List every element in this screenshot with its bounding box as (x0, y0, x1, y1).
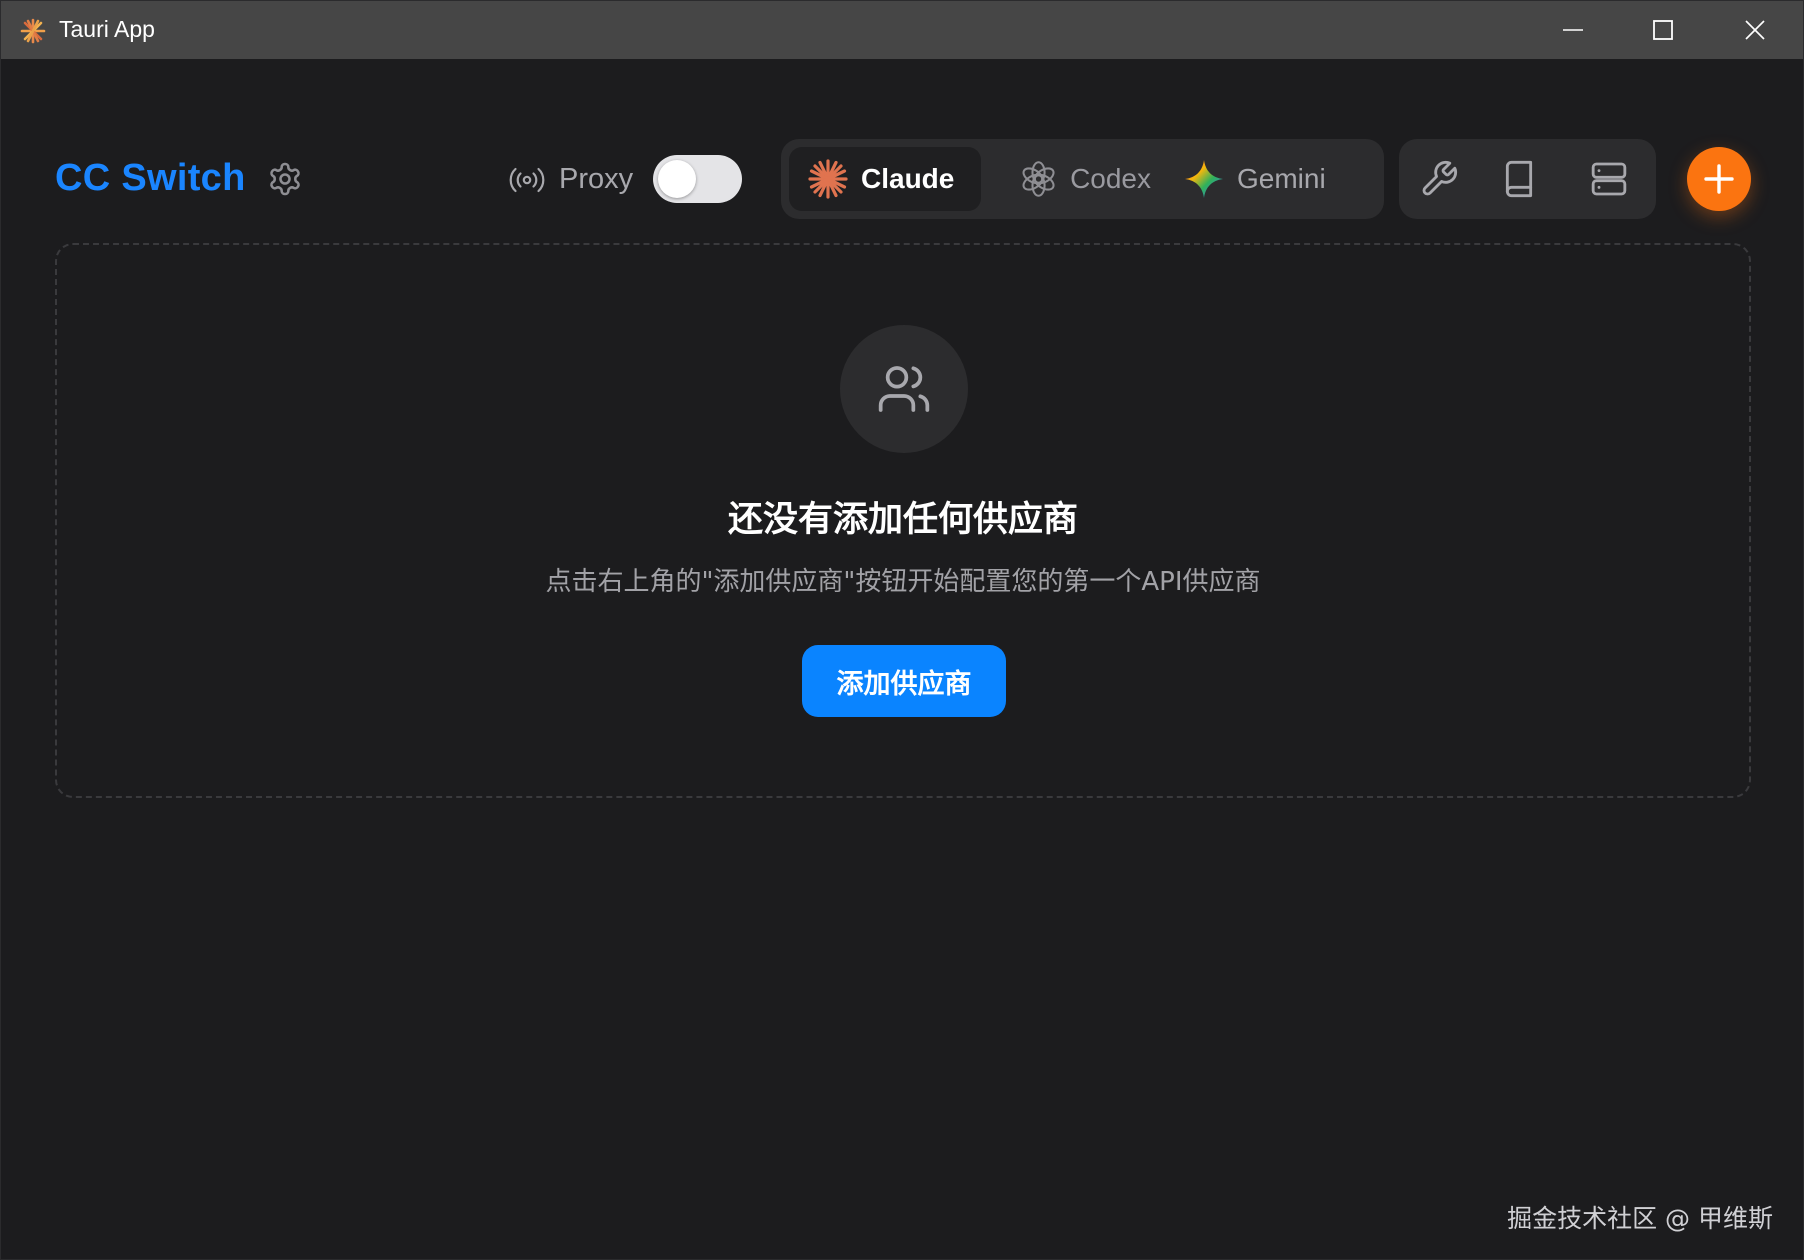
tab-label: Gemini (1237, 163, 1326, 194)
window-title: Tauri App (59, 16, 155, 42)
toggle-knob (658, 160, 696, 198)
server-icon[interactable] (1589, 159, 1629, 199)
users-icon (878, 366, 930, 412)
watermark-text: 掘金技术社区 @ 甲维斯 (1507, 1204, 1773, 1233)
minimize-button[interactable] (1527, 1, 1619, 59)
tab-label: Codex (1070, 163, 1151, 194)
gemini-star-icon (1185, 160, 1223, 198)
close-icon (1745, 20, 1765, 40)
app-switcher-tabs: Claude Codex Gemini (781, 139, 1384, 219)
book-icon[interactable] (1499, 159, 1539, 199)
empty-state-panel: 还没有添加任何供应商 点击右上角的"添加供应商"按钮开始配置您的第一个API供应… (55, 243, 1751, 798)
app-window: Tauri App CC Switch Proxy Claude Codex G… (0, 0, 1804, 1260)
radio-broadcast-icon (509, 167, 545, 193)
settings-gear-icon[interactable] (267, 161, 303, 197)
tool-button-group (1399, 139, 1656, 219)
plus-icon (1704, 164, 1734, 194)
empty-state-avatar (840, 325, 968, 453)
add-provider-fab[interactable] (1687, 147, 1751, 211)
tab-codex[interactable]: Codex (1001, 147, 1151, 211)
close-button[interactable] (1709, 1, 1801, 59)
app-logo-icon (20, 18, 46, 44)
openai-knot-icon (1022, 161, 1055, 197)
maximize-button[interactable] (1617, 1, 1709, 59)
tab-gemini[interactable]: Gemini (1165, 147, 1370, 211)
title-bar[interactable]: Tauri App (1, 1, 1803, 59)
minimize-icon (1563, 29, 1583, 31)
empty-state-title: 还没有添加任何供应商 (727, 500, 1078, 540)
proxy-toggle[interactable] (653, 155, 742, 203)
app-brand-title: CC Switch (55, 157, 246, 199)
claude-spark-icon (808, 159, 848, 199)
proxy-label: Proxy (559, 163, 634, 195)
empty-state-description: 点击右上角的"添加供应商"按钮开始配置您的第一个API供应商 (545, 567, 1261, 597)
tab-label: Claude (861, 163, 955, 194)
add-provider-button[interactable]: 添加供应商 (802, 645, 1006, 717)
maximize-icon (1653, 20, 1673, 40)
wrench-icon[interactable] (1419, 159, 1459, 199)
tab-claude[interactable]: Claude (789, 147, 981, 211)
